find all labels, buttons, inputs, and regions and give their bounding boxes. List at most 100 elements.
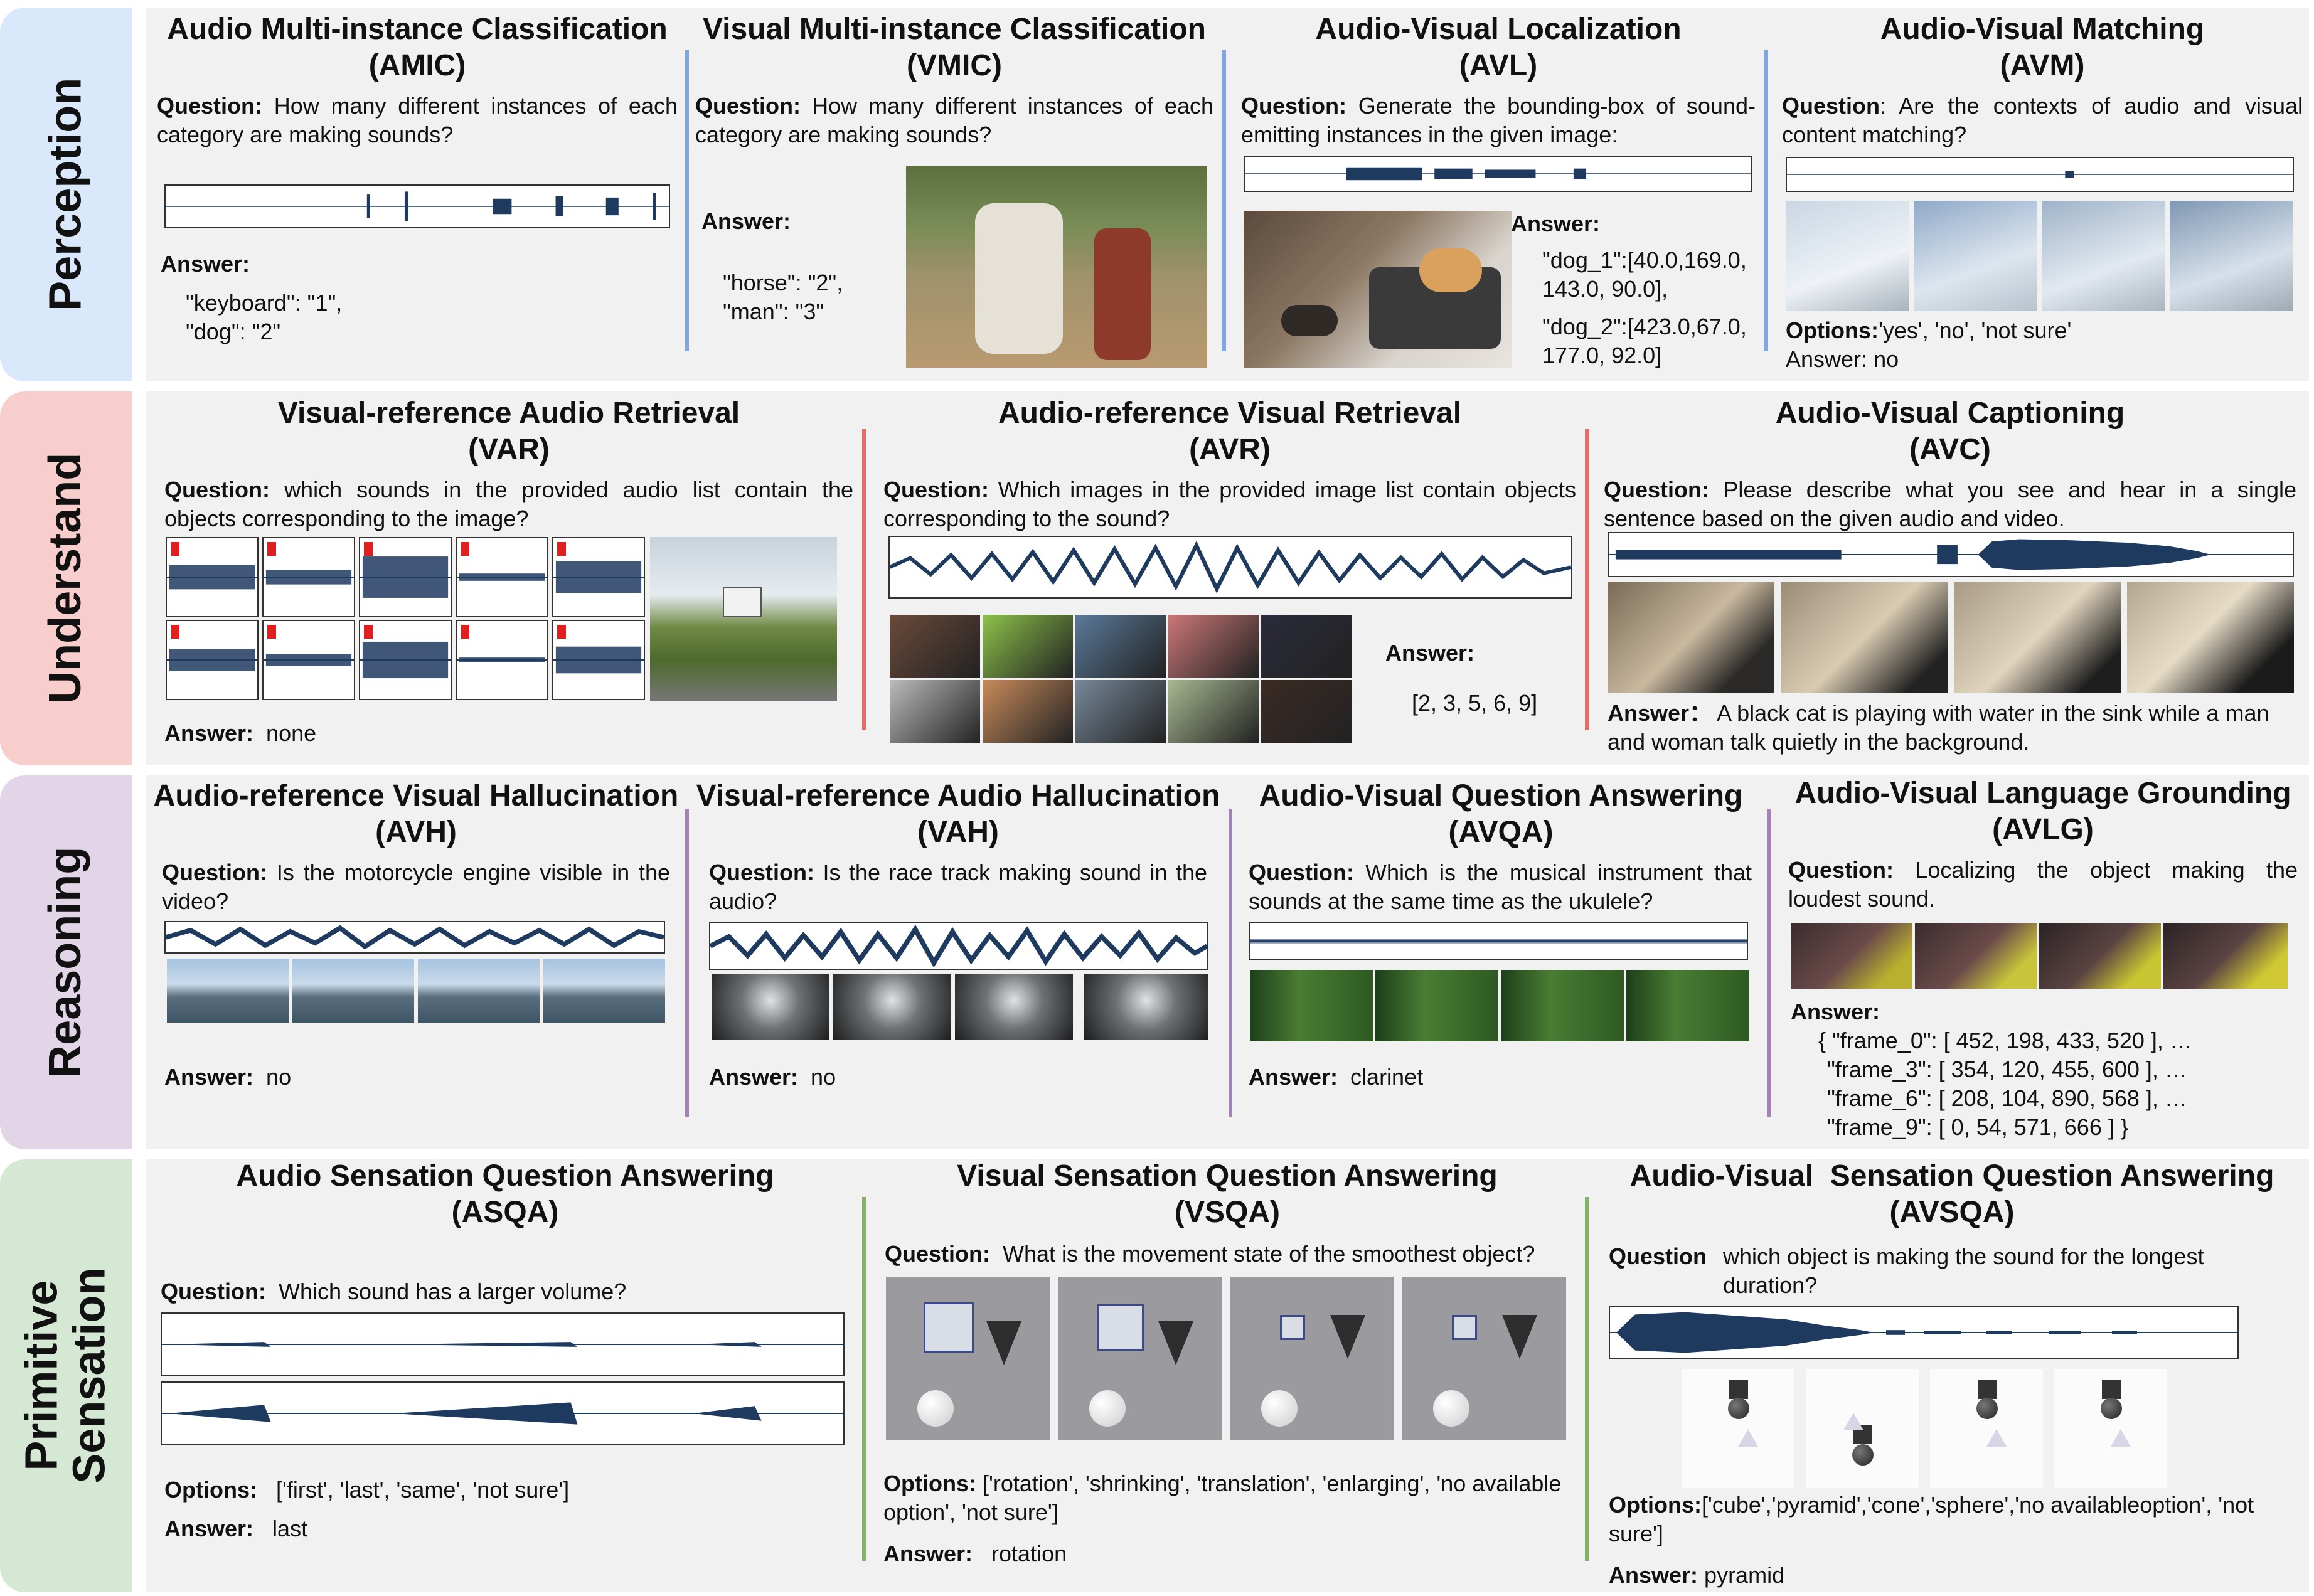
avlg-panel: Audio-Visual Language Grounding (AVLG) Q… [1779,775,2306,913]
vah-answer: Answer: no [709,1063,836,1092]
avr-title: Audio-reference Visual Retrieval [998,396,1462,430]
asqa-options-text: ['first', 'last', 'same', 'not sure'] [276,1477,570,1503]
airplane-wing-frame [1914,201,2037,311]
avm-abbr: (AVM) [2000,49,2085,82]
answer-label: Answer: [1249,1064,1338,1090]
avl-answer-line: "dog_2":[423.0,67.0, [1542,314,1747,339]
avm-answer: Answer: no [1786,345,1899,374]
asqa-audio-waveform-first [161,1312,845,1376]
separator [1764,50,1768,351]
clip-marker [557,625,566,639]
separator [685,809,689,1117]
cube-shape [2102,1380,2121,1399]
vsqa-options-text: ['rotation', 'shrinking', 'translation',… [883,1471,1562,1525]
vsqa-options: Options: ['rotation', 'shrinking', 'tran… [883,1469,1574,1527]
vsqa-panel: Visual Sensation Question Answering (VSQ… [877,1158,1577,1231]
audio-clip-thumbnail [166,537,259,617]
pyramid-shape [2111,1429,2131,1447]
avlg-answer-line: "frame_9": [ 0, 54, 571, 666 ] } [1827,1114,2128,1140]
avc-abbr: (AVC) [1909,433,1991,466]
question-label: Question: [157,93,262,119]
airplane-wing-frame [1786,201,1909,311]
question-label: Question [1782,93,1880,119]
avsqa-title: Audio-Visual Sensation Question Answerin… [1629,1159,2274,1193]
object-scene-frame [1930,1369,2043,1488]
sphere-shape [917,1390,954,1427]
cube-shape [1978,1380,1997,1399]
pyramid-shape [1986,1429,2007,1447]
options-label: Options: [1609,1492,1702,1518]
sphere-shape [1261,1390,1298,1427]
lake-frame [543,959,665,1023]
man-shape [1094,228,1151,360]
sphere-shape [1976,1398,1998,1419]
sphere-shape [1433,1390,1469,1427]
retrieval-image-tile [890,615,980,678]
clip-marker [557,542,566,556]
lake-frame [418,959,540,1023]
asqa-question-row: Question: Which sound has a larger volum… [161,1277,626,1306]
audio-clip-thumbnail [359,537,452,617]
avqa-answer-text: clarinet [1350,1064,1424,1090]
avh-abbr: (AVH) [375,816,457,849]
reasoning-label: Reasoning [40,846,91,1078]
avlg-answer-line: { "frame_0": [ 452, 198, 433, 520 ], … [1818,1028,2192,1053]
audio-clip-thumbnail [456,537,548,617]
pyramid-shape [1843,1413,1863,1430]
cube-shape [1729,1380,1748,1399]
answer-label: Answer: [164,1516,254,1541]
avl-panel: Audio-Visual Localization (AVL) Question… [1241,11,1756,149]
sensation-label: Primitive Sensation [16,1267,115,1484]
avh-audio-waveform [164,921,665,954]
race-car-frame [955,974,1073,1040]
avqa-answer: Answer: clarinet [1249,1063,1423,1092]
avh-title: Audio-reference Visual Hallucination [153,779,679,812]
var-answer-text: none [266,720,317,746]
ukulele-player-frame [1375,970,1498,1041]
vah-abbr: (VAH) [917,816,999,849]
vah-title: Visual-reference Audio Hallucination [696,779,1220,812]
avl-answer-line: "dog_1":[40.0,169.0, [1542,247,1747,273]
horse-shape [975,203,1063,354]
avlg-title: Audio-Visual Language Grounding [1794,777,2291,810]
avsqa-options: Options:['cube','pyramid','cone','sphere… [1609,1491,2299,1548]
retrieval-image-tile [1261,680,1352,743]
cube-shape [924,1302,974,1353]
question-label: Question: [885,1241,990,1267]
cat-sink-frame [1954,582,2121,693]
question-label: Question: [162,859,267,885]
retrieval-image-tile [983,615,1073,678]
avsqa-answer: Answer: pyramid [1609,1561,1784,1590]
amic-answer-line: "dog": "2" [186,319,281,344]
avqa-panel: Audio-Visual Question Answering (AVQA) Q… [1244,778,1758,916]
vmic-abbr: (VMIC) [907,49,1002,82]
pyramid-shape [1738,1429,1758,1447]
answer-label: Answer: [1609,1562,1698,1588]
perception-side-tab: Perception [0,8,132,381]
vmic-panel: Visual Multi-instance Classification (VM… [695,11,1213,149]
avqa-title: Audio-Visual Question Answering [1259,779,1743,812]
retrieval-image-tile [1261,615,1352,678]
avh-panel: Audio-reference Visual Hallucination (AV… [151,778,681,916]
baby-frame [2163,923,2288,989]
var-title: Visual-reference Audio Retrieval [277,396,740,430]
vmic-answer-line: "horse": "2", [723,270,843,295]
object-scene-frame [1806,1369,1919,1488]
vsqa-answer: Answer: rotation [883,1540,1067,1568]
avl-title: Audio-Visual Localization [1315,13,1682,46]
avc-answer: Answer： A black cat is playing with wate… [1608,699,2294,757]
lake-frame [167,959,289,1023]
retrieval-image-tile [1168,680,1259,743]
avm-audio-waveform [1786,157,2294,192]
dog-shape [1419,248,1482,292]
avl-answer-line: 143.0, 90.0], [1542,276,1668,302]
clip-marker [461,625,469,639]
sphere-shape [2101,1398,2122,1419]
understand-label: Understand [40,452,91,705]
avm-panel: Audio-Visual Matching (AVM) Question: Ar… [1782,11,2303,149]
retrieval-image-tile [1075,615,1166,678]
avsqa-abbr: (AVSQA) [1889,1196,2015,1229]
asqa-abbr: (ASQA) [451,1196,559,1229]
object-scene-frame [2054,1369,2167,1488]
avm-options-text: 'yes', 'no', 'not sure' [1878,317,2072,343]
